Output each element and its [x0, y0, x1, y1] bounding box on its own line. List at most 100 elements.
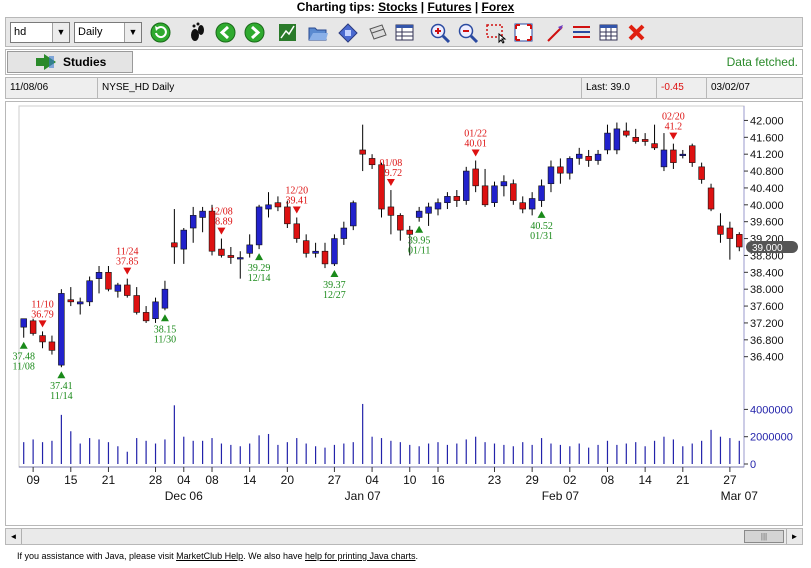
sell-signal-date: 01/22	[464, 129, 487, 140]
candle-body	[312, 250, 319, 254]
buy-signal-icon	[160, 314, 169, 322]
price-chart: 42.000 41.600 41.200 40.800 40.400 40.000 39.6…	[12, 105, 798, 503]
candle-body	[613, 128, 621, 151]
volume-tick-label: 0	[750, 459, 756, 471]
sell-signal-icon	[669, 132, 678, 140]
volume-tick-label: 4000000	[750, 404, 793, 416]
candle-body	[255, 206, 263, 246]
back-icon[interactable]	[214, 21, 237, 44]
candle-body	[67, 299, 75, 303]
scroll-left-icon[interactable]: ◄	[6, 529, 22, 544]
candle-body	[133, 295, 140, 313]
scroll-right-icon[interactable]: ►	[786, 529, 802, 544]
end-date: 03/02/07	[711, 82, 750, 93]
sell-signal-price: 38.89	[210, 217, 233, 228]
candle-body	[331, 238, 338, 265]
x-tick-label: 14	[638, 473, 652, 487]
sell-signal-price: 39.41	[286, 195, 309, 206]
printing-help-link[interactable]: help for printing Java charts	[305, 551, 416, 561]
candle-body	[284, 206, 291, 225]
buy-signal-date: 11/30	[154, 334, 176, 345]
refresh-icon[interactable]	[149, 21, 172, 44]
studies-button[interactable]: Studies	[7, 51, 133, 73]
candle-body	[161, 288, 169, 309]
zoom-out-icon[interactable]	[456, 21, 479, 44]
candle-body	[623, 130, 630, 136]
print-icon[interactable]	[366, 21, 389, 44]
candle-body	[246, 244, 253, 254]
chevron-down-icon[interactable]: ▼	[124, 23, 141, 42]
table-icon[interactable]	[393, 21, 416, 44]
sell-signal-date: 11/10	[31, 299, 53, 310]
draw-line-icon[interactable]	[544, 21, 567, 44]
candle-body	[491, 185, 498, 204]
candle-body	[576, 153, 583, 159]
candle-body	[415, 210, 423, 218]
footprint-icon[interactable]	[186, 21, 209, 44]
open-icon[interactable]	[306, 21, 329, 44]
candle-body	[604, 132, 611, 151]
buy-signal-date: 11/08	[12, 362, 34, 373]
buy-signal-icon	[415, 225, 424, 233]
stocks-link[interactable]: Stocks	[378, 0, 417, 14]
candle-body	[707, 187, 715, 210]
buy-signal-date: 11/14	[50, 391, 72, 402]
sell-signal-date: 02/20	[662, 112, 685, 123]
forex-link[interactable]: Forex	[482, 0, 515, 14]
candle-body	[425, 206, 432, 214]
lines-icon[interactable]	[570, 21, 593, 44]
candle-body	[651, 143, 658, 149]
x-tick-label: 14	[243, 473, 257, 487]
fit-icon[interactable]	[512, 21, 535, 44]
grid-icon[interactable]	[597, 21, 620, 44]
candle-body	[726, 227, 734, 239]
save-icon[interactable]	[336, 21, 359, 44]
candle-body	[340, 227, 348, 239]
candle-body	[350, 202, 357, 227]
chart-area[interactable]: 42.000 41.600 41.200 40.800 40.400 40.000 39.6…	[5, 101, 803, 526]
candle-body	[566, 158, 574, 174]
marketclub-help-link[interactable]: MarketClub Help	[176, 551, 243, 561]
horizontal-scrollbar[interactable]: ◄ ||| ►	[5, 528, 803, 545]
price-tick-label: 40.800	[750, 166, 784, 178]
candle-body	[114, 284, 122, 292]
symbol-value: hd	[14, 26, 27, 38]
x-tick-label: 04	[177, 473, 191, 487]
sell-signal-icon	[386, 179, 395, 187]
forward-icon[interactable]	[243, 21, 266, 44]
x-tick-label: 29	[525, 473, 539, 487]
select-zoom-icon[interactable]	[484, 21, 507, 44]
zoom-in-icon[interactable]	[428, 21, 451, 44]
x-tick-label: 27	[723, 473, 737, 487]
buy-signal-icon	[19, 341, 28, 349]
price-change: -0.45	[657, 78, 707, 98]
chart-icon[interactable]	[276, 21, 299, 44]
futures-link[interactable]: Futures	[427, 0, 471, 14]
candle-body	[698, 166, 705, 180]
period-value: Daily	[78, 26, 103, 38]
price-tick-label: 40.000	[750, 200, 784, 212]
price-tick-label: 37.600	[750, 301, 784, 313]
x-tick-label: 02	[563, 473, 577, 487]
price-tick-label: 38.400	[750, 267, 784, 279]
candle-body	[302, 240, 310, 254]
chevron-down-icon[interactable]: ▼	[52, 23, 69, 42]
scroll-thumb[interactable]: |||	[744, 530, 784, 543]
candle-body	[29, 320, 37, 334]
separator: |	[420, 0, 425, 14]
charting-tips-header: Charting tips: Stocks | Futures | Forex	[0, 0, 811, 17]
candle-body	[397, 215, 404, 231]
buy-signal-date: 12/27	[323, 290, 346, 301]
footer-text: If you assistance with Java, please visi…	[17, 551, 418, 561]
symbol-select[interactable]: hd ▼	[10, 22, 70, 43]
sell-signal-icon	[38, 320, 47, 328]
candle-body	[538, 185, 545, 201]
price-tick-label: 38.000	[750, 284, 784, 296]
period-select[interactable]: Daily ▼	[74, 22, 142, 43]
buy-signal-icon	[330, 269, 339, 277]
candle-body	[500, 181, 508, 187]
candle-body	[670, 149, 677, 163]
candle-body	[688, 145, 696, 163]
sell-signal-price: 39.72	[380, 168, 403, 179]
close-icon[interactable]	[625, 21, 648, 44]
